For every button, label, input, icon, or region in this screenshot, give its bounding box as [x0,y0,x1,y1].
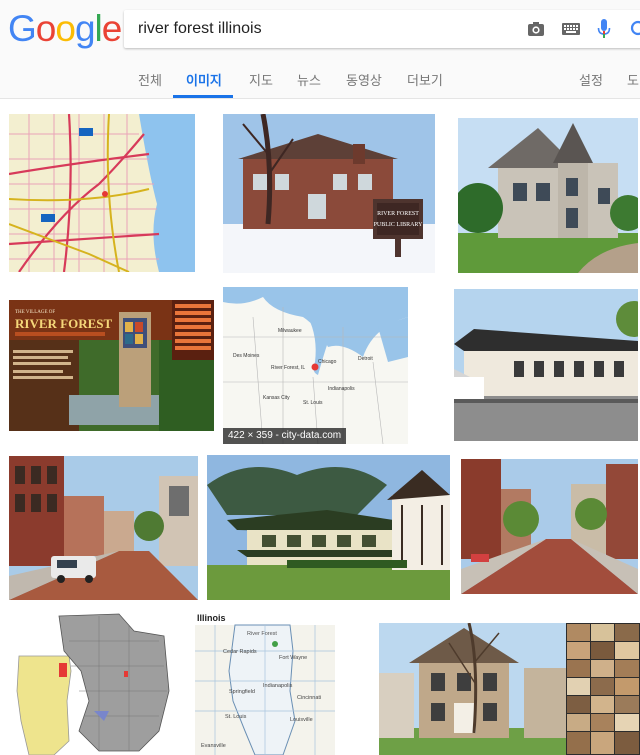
map-label-kansas-city: Kansas City [263,395,290,401]
logo-letter: e [101,8,123,49]
image-dimension-caption: 422 × 359 - city-data.com [223,428,347,444]
village-site-small: THE VILLAGE OF [15,310,55,315]
map-label-river-forest: River Forest, IL [271,365,305,371]
image-result-brick-street[interactable] [461,459,638,594]
village-site-title: RIVER FOREST [15,316,112,331]
image-result-prairie-house[interactable] [207,455,450,600]
map-label-indianapolis: Indianapolis [328,386,355,392]
illinois-map-title: Illinois [197,613,226,623]
map-label-milwaukee: Milwaukee [278,328,302,334]
tab-images[interactable]: 이미지 [186,70,222,89]
image-result-downtown-street[interactable] [9,456,198,600]
tab-more[interactable]: 더보기 [407,70,443,89]
illinois-label-fort-wayne: Fort Wayne [279,655,307,661]
library-sign-line2: PUBLIC LIBRARY [374,222,424,228]
illinois-label-cincinnati: Cincinnati [297,695,321,701]
microphone-icon[interactable] [597,19,611,39]
illinois-label-louisville: Louisville [290,717,313,723]
image-result-illinois-map[interactable]: Illinois River Forest Cedar Rapids Fort … [195,611,335,755]
tab-bar: 전체 이미지 지도 뉴스 동영상 더보기 설정 도 [0,64,640,98]
logo-letter: g [74,8,96,49]
active-tab-indicator [173,95,233,98]
image-result-interior-collage[interactable] [566,623,640,755]
map-label-chicago: Chicago [318,359,337,365]
tab-videos[interactable]: 동영상 [346,70,382,89]
camera-icon[interactable] [527,21,545,37]
image-result-chicago-map[interactable] [9,114,195,272]
library-sign-line1: RIVER FOREST [377,211,419,217]
header: Google river forest illinois 전체 이미지 지도 뉴… [0,0,640,99]
illinois-label-cedar-rapids: Cedar Rapids [223,649,257,655]
illinois-label-st-louis: St. Louis [225,714,247,720]
tab-tools[interactable]: 도 [627,70,639,89]
keyboard-icon[interactable] [562,23,580,35]
logo-letter: o [35,8,57,49]
image-result-castle-house[interactable] [458,118,638,273]
illinois-label-indianapolis: Indianapolis [263,683,293,689]
image-result-library[interactable]: RIVER FOREST PUBLIC LIBRARY [223,114,435,273]
search-icon[interactable] [630,20,640,38]
image-result-victorian-house[interactable] [379,623,568,755]
illinois-label-springfield: Springfield [229,689,255,695]
tab-maps[interactable]: 지도 [249,70,273,89]
logo-letter: G [8,8,37,49]
tab-settings[interactable]: 설정 [579,70,603,89]
map-label-des-moines: Des Moines [233,353,260,359]
illinois-label-evansville: Evansville [201,743,226,749]
map-label-detroit: Detroit [358,356,373,362]
map-label-st-louis: St. Louis [303,400,323,406]
search-box[interactable]: river forest illinois [124,10,640,48]
logo-letter: o [55,8,76,49]
illinois-label-river-forest: River Forest [247,631,277,637]
search-input[interactable]: river forest illinois [138,20,262,38]
image-result-county-map[interactable] [9,611,182,755]
logo-letter: l [94,8,103,49]
image-result-village-website[interactable]: THE VILLAGE OF RIVER FOREST [9,300,214,431]
image-result-us-map[interactable]: Chicago Detroit River Forest, IL Indiana… [223,287,408,444]
tab-news[interactable]: 뉴스 [297,70,321,89]
google-logo[interactable]: Google [8,8,123,50]
image-result-train-station[interactable] [454,289,638,441]
tab-all[interactable]: 전체 [138,70,162,89]
